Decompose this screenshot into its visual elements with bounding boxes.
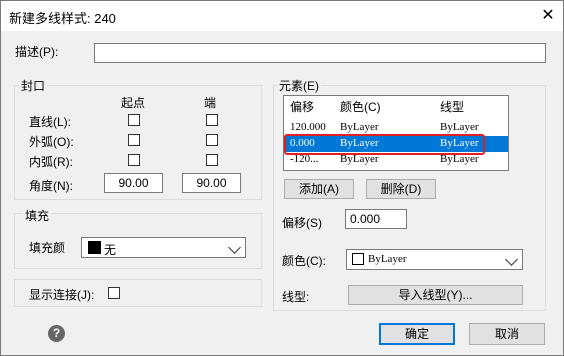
elements-header-color: 颜色(C) <box>340 100 381 114</box>
fill-color-label: 填充颜 <box>29 241 66 255</box>
load-linetype-button[interactable]: 导入线型(Y)... <box>348 285 523 305</box>
chevron-down-icon <box>228 241 241 254</box>
description-input[interactable] <box>94 43 546 63</box>
caps-group-label: 封口 <box>19 77 48 94</box>
ok-button[interactable]: 确定 <box>379 323 455 345</box>
fill-group-label: 填充 <box>23 207 52 224</box>
cap-outer-arc-end-checkbox[interactable] <box>206 134 218 146</box>
close-icon[interactable]: ✕ <box>533 1 563 31</box>
cap-line-end-checkbox[interactable] <box>206 114 218 126</box>
offset-input[interactable]: 0.000 <box>345 209 407 229</box>
elements-header-offset: 偏移 <box>290 100 315 114</box>
cap-line-label: 直线(L): <box>29 115 72 129</box>
dialog-title: 新建多线样式: 240 <box>9 11 116 26</box>
elements-group-label: 元素(E) <box>277 77 321 94</box>
angle-label: 角度(N): <box>29 179 73 193</box>
linetype-label: 线型: <box>282 290 310 304</box>
show-joints-checkbox[interactable] <box>108 287 120 299</box>
cap-inner-arc-start-checkbox[interactable] <box>128 154 140 166</box>
offset-label: 偏移(S) <box>282 216 322 230</box>
fill-color-value: 无 <box>104 243 117 257</box>
elements-list[interactable]: 偏移 颜色(C) 线型 120.000 ByLayer ByLayer 0.00… <box>283 95 509 171</box>
cap-outer-arc-label: 外弧(O): <box>29 135 74 149</box>
caps-col-end: 端 <box>204 96 217 110</box>
selected-row-highlight <box>284 134 485 155</box>
cancel-button[interactable]: 取消 <box>469 323 545 345</box>
show-joints-label: 显示连接(J): <box>29 288 95 302</box>
cap-line-start-checkbox[interactable] <box>128 114 140 126</box>
cap-inner-arc-label: 内弧(R): <box>29 155 73 169</box>
row-linetype: ByLayer <box>440 121 479 133</box>
delete-button[interactable]: 删除(D) <box>366 179 436 199</box>
add-button[interactable]: 添加(A) <box>284 179 354 199</box>
element-color-swatch <box>352 253 364 265</box>
help-icon[interactable]: ? <box>48 325 65 342</box>
element-color-value: ByLayer <box>368 253 407 265</box>
fill-color-select[interactable]: 无 <box>81 237 246 258</box>
multiline-style-dialog: 新建多线样式: 240 ✕ 描述(P): 封口 起点 端 直线(L): 外弧(O… <box>0 0 564 356</box>
row-offset: 120.000 <box>290 121 326 133</box>
row-color: ByLayer <box>340 121 379 133</box>
element-color-select[interactable]: ByLayer <box>346 249 523 270</box>
elements-header-linetype: 线型 <box>440 100 465 114</box>
cap-inner-arc-end-checkbox[interactable] <box>206 154 218 166</box>
description-label: 描述(P): <box>15 45 59 59</box>
angle-end-input[interactable]: 90.00 <box>182 173 241 193</box>
fill-color-swatch <box>88 241 101 254</box>
caps-col-start: 起点 <box>121 96 146 110</box>
angle-start-input[interactable]: 90.00 <box>104 173 163 193</box>
chevron-down-icon <box>505 253 518 266</box>
title-bar: 新建多线样式: 240 ✕ <box>1 1 563 31</box>
cap-outer-arc-start-checkbox[interactable] <box>128 134 140 146</box>
element-color-label: 颜色(C): <box>282 254 326 268</box>
